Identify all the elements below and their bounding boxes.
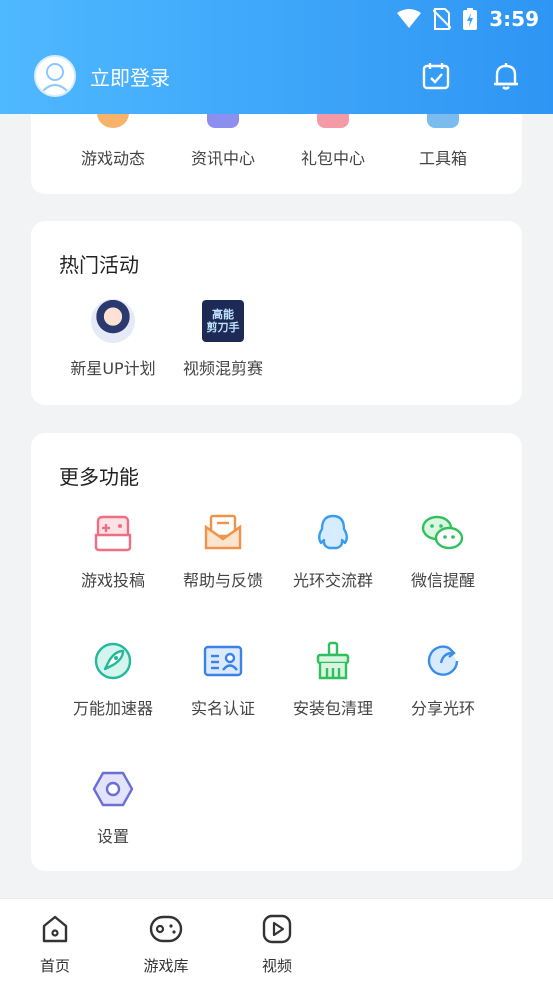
default-avatar-icon bbox=[40, 63, 70, 94]
broom-clean-icon bbox=[311, 639, 355, 683]
more-item-qq-group[interactable]: 光环交流群 bbox=[278, 511, 388, 591]
share-icon bbox=[421, 639, 465, 683]
more-item-help-feedback[interactable]: 帮助与反馈 bbox=[168, 511, 278, 591]
login-link[interactable]: 立即登录 bbox=[90, 62, 170, 91]
video-remix-thumb: 高能 剪刀手 bbox=[202, 300, 244, 342]
calendar-checkin-icon[interactable] bbox=[420, 60, 452, 92]
bell-icon[interactable] bbox=[490, 60, 522, 92]
status-bar: 3:59 bbox=[0, 0, 553, 38]
more-item-settings[interactable]: 设置 bbox=[58, 767, 168, 847]
top-tools-card: 游戏动态 资讯中心 礼包中心 工具箱 bbox=[31, 114, 522, 194]
wechat-icon bbox=[421, 511, 465, 555]
hot-activities-card: 热门活动 新星UP计划 高能 剪刀手 视频混剪赛 bbox=[31, 221, 522, 405]
game-library-icon bbox=[148, 913, 184, 949]
more-functions-title: 更多功能 bbox=[59, 465, 139, 489]
news-center-icon bbox=[207, 114, 239, 128]
battery-charging-icon bbox=[463, 8, 478, 30]
status-time: 3:59 bbox=[489, 7, 539, 31]
more-item-package-clean[interactable]: 安装包清理 bbox=[278, 639, 388, 719]
bottom-tab-bar: 首页 游戏库 视频 bbox=[0, 898, 553, 983]
help-feedback-icon bbox=[201, 511, 245, 555]
toolbox-icon bbox=[427, 114, 459, 128]
tab-game-library[interactable]: 游戏库 bbox=[126, 913, 206, 976]
hot-item-new-star-up[interactable]: 新星UP计划 bbox=[58, 299, 168, 379]
app-header: 立即登录 bbox=[0, 38, 553, 114]
hot-item-video-remix[interactable]: 高能 剪刀手 视频混剪赛 bbox=[168, 299, 278, 379]
qq-group-icon bbox=[311, 511, 355, 555]
more-item-share[interactable]: 分享光环 bbox=[388, 639, 498, 719]
video-play-icon bbox=[261, 913, 293, 949]
top-item-game-news[interactable]: 游戏动态 bbox=[58, 145, 168, 169]
settings-hex-icon bbox=[91, 767, 135, 811]
more-item-game-submit[interactable]: 游戏投稿 bbox=[58, 511, 168, 591]
new-star-up-thumb bbox=[91, 299, 135, 343]
tab-home[interactable]: 首页 bbox=[15, 913, 95, 976]
avatar[interactable] bbox=[34, 55, 76, 97]
more-item-accelerator[interactable]: 万能加速器 bbox=[58, 639, 168, 719]
game-submit-icon bbox=[91, 511, 135, 555]
wifi-icon bbox=[397, 9, 422, 29]
game-news-icon bbox=[97, 114, 129, 128]
gift-center-icon bbox=[317, 114, 349, 128]
hot-activities-title: 热门活动 bbox=[59, 253, 139, 277]
more-functions-card: 更多功能 游戏投稿 帮助与反馈 光环交流群 微信提醒 万能加速器 实名认证 安装… bbox=[31, 433, 522, 871]
no-sim-icon bbox=[433, 8, 452, 30]
home-icon bbox=[39, 913, 71, 949]
top-item-news-center[interactable]: 资讯中心 bbox=[168, 145, 278, 169]
more-item-wechat[interactable]: 微信提醒 bbox=[388, 511, 498, 591]
top-item-gift-center[interactable]: 礼包中心 bbox=[278, 145, 388, 169]
tab-video[interactable]: 视频 bbox=[237, 913, 317, 976]
id-card-icon bbox=[201, 639, 245, 683]
more-item-real-name[interactable]: 实名认证 bbox=[168, 639, 278, 719]
top-item-toolbox[interactable]: 工具箱 bbox=[388, 145, 498, 169]
rocket-accelerator-icon bbox=[91, 639, 135, 683]
